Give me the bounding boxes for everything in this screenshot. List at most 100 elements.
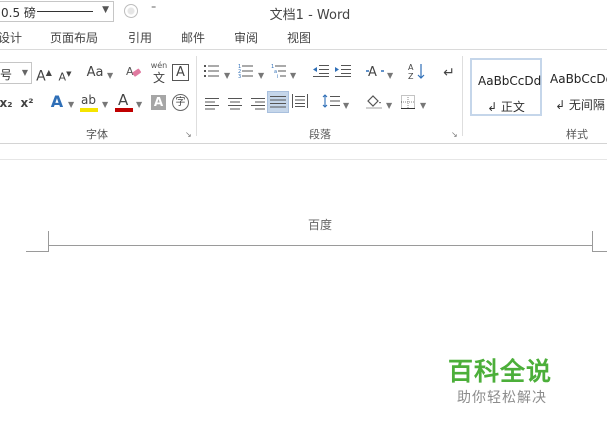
paragraph-dialog-launcher-icon[interactable]: ↘ (451, 130, 458, 139)
grow-font-button[interactable]: A▲ (36, 63, 52, 85)
style-name: ↲ 正文 (487, 100, 525, 114)
decrease-indent-button[interactable] (313, 64, 329, 84)
font-group-label: 字体 (86, 128, 108, 141)
bullets-button[interactable] (204, 64, 220, 84)
shrink-font-button[interactable]: A▼ (57, 64, 73, 84)
crop-mark-right-vertical (592, 231, 593, 252)
chevron-down-icon: ▼ (224, 71, 231, 80)
enclose-characters-button[interactable]: 字 (172, 94, 189, 111)
paint-bucket-icon (366, 95, 382, 109)
watermark-title: 百科全说 (448, 357, 553, 386)
style-name: ↲ 无间隔 (555, 98, 605, 112)
asian-layout-button[interactable]: A (365, 63, 385, 83)
font-size-value: 号 (0, 68, 13, 82)
crop-mark-left-horizontal (26, 251, 49, 252)
chevron-down-icon: ▼ (258, 71, 265, 80)
ribbon: 号 ▼ A▲ A▼ Aa ▼ A wén 文 A x₂ x² A ▼ ab ▼ … (0, 49, 607, 144)
svg-text:Z: Z (408, 72, 414, 80)
superscript-icon: x² (20, 96, 34, 110)
character-border-button[interactable]: A (172, 64, 189, 81)
tab-mailings[interactable]: 邮件 (181, 29, 205, 46)
font-dialog-launcher-icon[interactable]: ↘ (185, 130, 192, 139)
tab-view[interactable]: 视图 (287, 29, 311, 46)
character-shading-button[interactable]: A (151, 95, 166, 110)
increase-indent-icon (335, 65, 351, 77)
tab-references[interactable]: 引用 (128, 29, 152, 46)
svg-text:A: A (408, 63, 414, 72)
styles-group-label: 样式 (566, 128, 588, 141)
align-left-button[interactable] (205, 96, 221, 116)
line-spacing-button[interactable] (322, 94, 340, 114)
justify-button[interactable] (267, 91, 289, 113)
grow-font-icon: A (36, 68, 46, 85)
chevron-down-icon: ▼ (343, 101, 350, 110)
shrink-font-icon: A (58, 70, 67, 84)
svg-text:3: 3 (238, 74, 241, 78)
clear-formatting-button[interactable]: A (123, 63, 145, 83)
align-center-button[interactable] (227, 96, 243, 116)
justify-icon (270, 96, 286, 108)
align-center-icon (228, 98, 242, 110)
style-sample: AaBbCcDd (478, 74, 542, 88)
chevron-down-icon: ▼ (102, 100, 109, 109)
sort-button[interactable]: A Z (407, 62, 427, 82)
chevron-down-icon: ▼ (107, 71, 114, 80)
highlight-button[interactable]: ab (80, 92, 98, 114)
text-effects-button[interactable]: A (48, 92, 66, 112)
title-bar: 0.5 磅 ▼ ⁼ 文档1 - Word (0, 0, 607, 24)
phonetic-guide-button[interactable]: wén 文 (149, 60, 169, 86)
highlight-color-bar (80, 108, 98, 112)
styles-gallery: AaBbCcDd ↲ 正文 AaBbCcDd ↲ 无间隔 (467, 56, 607, 121)
increase-indent-button[interactable] (335, 64, 351, 84)
font-color-icon: A (118, 91, 129, 109)
distributed-button[interactable] (292, 94, 308, 114)
chevron-down-icon: ▼ (387, 71, 394, 80)
numbering-button[interactable]: 1 2 3 (238, 64, 254, 84)
highlight-icon: ab (81, 93, 96, 107)
ruler-divider (0, 159, 607, 160)
tab-design[interactable]: 设计 (0, 29, 22, 46)
ribbon-tabs: 设计 页面布局 引用 邮件 审阅 视图 (0, 24, 607, 49)
phonetic-bottom: 文 (152, 71, 165, 85)
svg-text:i: i (277, 74, 278, 78)
multilevel-list-icon: 1 a i (271, 64, 286, 80)
multilevel-list-button[interactable]: 1 a i (271, 64, 287, 84)
chevron-down-icon: ▼ (420, 101, 427, 110)
style-no-spacing[interactable]: AaBbCcDd ↲ 无间隔 (544, 58, 607, 116)
chevron-down-icon: ▼ (290, 71, 297, 80)
change-case-icon: Aa (86, 65, 104, 80)
paragraph-group-label: 段落 (309, 128, 331, 141)
group-separator (196, 56, 197, 136)
font-color-button[interactable]: A (115, 91, 133, 114)
header-border-line (48, 245, 593, 246)
character-shading-icon: A (153, 95, 164, 109)
svg-text:A: A (368, 65, 377, 79)
bullets-icon (204, 65, 219, 77)
subscript-button[interactable]: x₂ (0, 93, 14, 113)
show-formatting-marks-button[interactable]: ↵ (441, 63, 457, 83)
align-right-button[interactable] (249, 96, 265, 116)
decrease-indent-icon (313, 65, 329, 77)
eraser-icon: A (126, 65, 142, 78)
asian-layout-icon: A (366, 65, 384, 80)
page-header-text[interactable]: 百度 (280, 216, 360, 233)
change-case-button[interactable]: Aa (84, 63, 106, 83)
borders-button[interactable] (400, 95, 416, 115)
line-spacing-icon (322, 94, 340, 108)
style-normal[interactable]: AaBbCcDd ↲ 正文 (470, 58, 542, 116)
numbering-icon: 1 2 3 (238, 64, 253, 80)
superscript-button[interactable]: x² (18, 93, 36, 113)
chevron-down-icon: ▼ (21, 68, 28, 77)
chevron-down-icon: ▼ (386, 101, 393, 110)
borders-icon (401, 95, 415, 109)
tab-review[interactable]: 审阅 (234, 29, 258, 46)
font-size-dropdown[interactable]: 号 ▼ (0, 62, 32, 84)
distributed-icon (292, 94, 308, 108)
shading-button[interactable] (364, 93, 384, 113)
subscript-icon: x₂ (0, 96, 13, 110)
align-right-icon (251, 98, 265, 110)
tab-page-layout[interactable]: 页面布局 (50, 29, 98, 46)
svg-text:A: A (126, 65, 134, 78)
window-title: 文档1 - Word (269, 8, 351, 23)
crop-mark-right-horizontal (592, 251, 607, 252)
